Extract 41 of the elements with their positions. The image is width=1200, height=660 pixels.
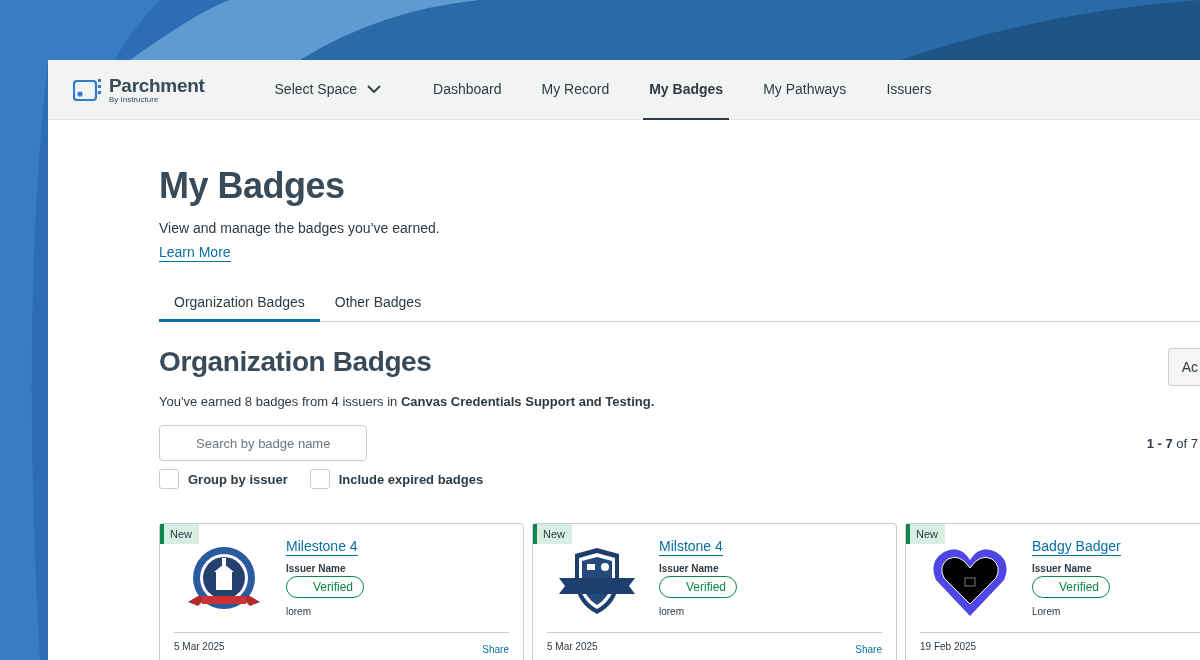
issue-date: 5 Mar 2025 (174, 641, 225, 654)
checkbox-label: Include expired badges (338, 471, 484, 487)
new-tag: New (533, 524, 572, 544)
badge-title-link[interactable]: Milestone 4 (286, 538, 358, 556)
share-link[interactable]: Share (482, 641, 509, 658)
issuer-name: Issuer Name (286, 563, 346, 574)
page-description: View and manage the badges you’ve earned. (159, 220, 441, 236)
issuer-name: Issuer Name (1032, 563, 1092, 574)
action-button[interactable]: Ac (1167, 348, 1200, 386)
tab[interactable]: Other Badges (319, 294, 437, 322)
nav-link[interactable]: My Badges (643, 60, 730, 120)
badge-description: lorem (286, 606, 311, 617)
nav-link[interactable]: My Record (535, 60, 616, 120)
search-field[interactable]: Search by badge name (159, 425, 367, 461)
logo-icon (73, 77, 103, 102)
checkbox[interactable] (309, 469, 330, 489)
nav-link[interactable]: Dashboard (427, 60, 508, 120)
space-dropdown[interactable]: Select Space (268, 60, 387, 120)
page-title: My Badges (159, 164, 346, 208)
nav-link[interactable]: My Pathways (757, 60, 853, 120)
nav-link[interactable]: Issuers (880, 60, 938, 120)
badge-title-link[interactable]: Milstone 4 (659, 538, 723, 556)
pagination-range: 1 - 7 of 7 (1146, 435, 1199, 451)
tab[interactable]: Organization Badges (159, 294, 320, 322)
new-tag: New (906, 524, 945, 544)
share-link[interactable]: Share (855, 641, 882, 658)
brand-name: Parchment (109, 75, 205, 95)
chevron-down-icon (367, 84, 381, 93)
badge-description: lorem (659, 606, 684, 617)
issuer-name: Issuer Name (659, 563, 719, 574)
checkbox-label: Group by issuer (188, 471, 288, 487)
section-summary: You've earned 8 badges from 4 issuers in Canvas Credentials Support and Testing. (159, 394, 656, 409)
new-tag: New (160, 524, 199, 544)
badge-title-link[interactable]: Badgy Badger (1032, 538, 1121, 556)
learn-more-link[interactable]: Learn More (159, 244, 231, 262)
section-title: Organization Badges (159, 345, 432, 379)
issue-date: 19 Feb 2025 (920, 641, 977, 652)
brand-tagline: By Instructure (109, 95, 160, 104)
badge-description: Lorem (1032, 606, 1061, 617)
checkbox[interactable] (159, 469, 179, 489)
issue-date: 5 Mar 2025 (547, 641, 598, 654)
